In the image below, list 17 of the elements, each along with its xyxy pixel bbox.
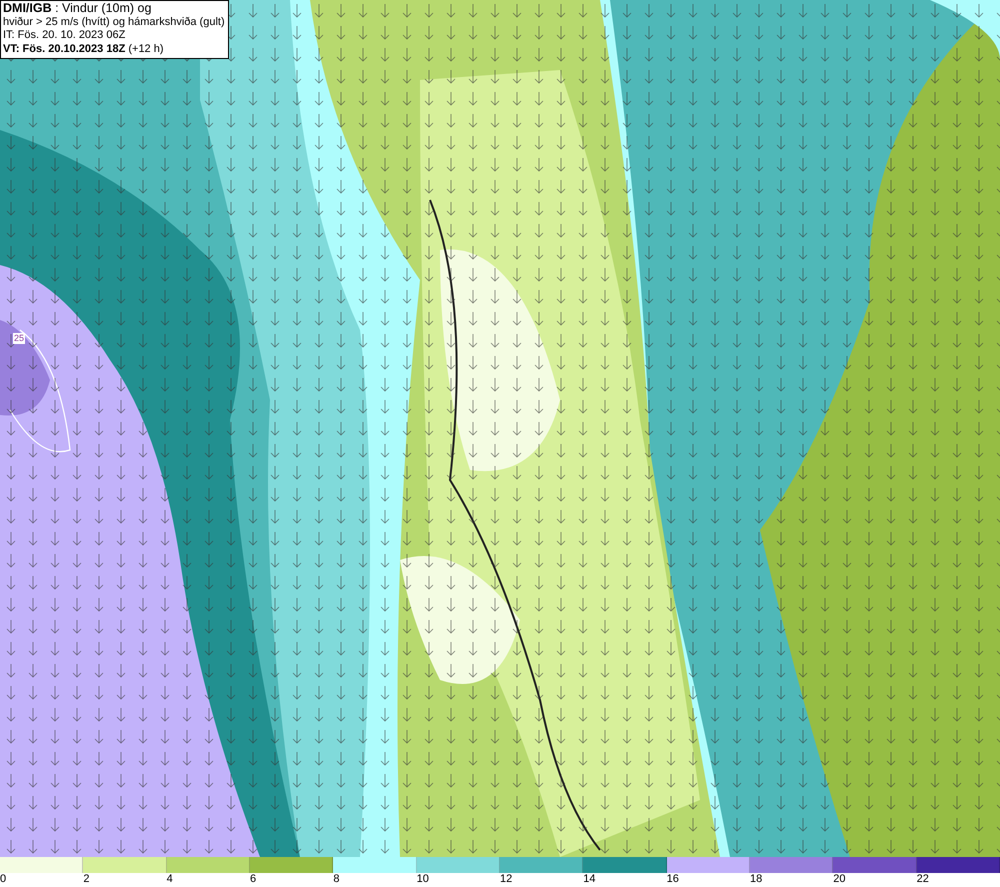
scale-label: 8 [333, 873, 340, 885]
scale-label: 10 [416, 873, 429, 885]
info-text: IT: Fös. 20. 10. 2023 06Z [3, 29, 126, 42]
scale-label: 16 [666, 873, 679, 885]
scale-label: 0 [0, 873, 6, 885]
scale-label: 12 [500, 873, 512, 885]
info-text: hviður > 25 m/s (hvítt) og hámarkshviða (gult) [3, 16, 225, 29]
scale-label: 4 [166, 873, 173, 885]
scale-label: 14 [583, 873, 596, 885]
info-text: DMI/IGB : Vindur (10m) og [3, 2, 152, 16]
info-text: VT: Fös. 20.10.2023 18Z (+12 h) [3, 42, 165, 56]
scale-label: 6 [250, 873, 256, 885]
contour-label: 25 [13, 333, 26, 344]
scale-label: 22 [916, 873, 929, 885]
scale-label: 2 [83, 873, 90, 885]
scale-label: 18 [750, 873, 762, 885]
scale-label: 20 [833, 873, 846, 885]
